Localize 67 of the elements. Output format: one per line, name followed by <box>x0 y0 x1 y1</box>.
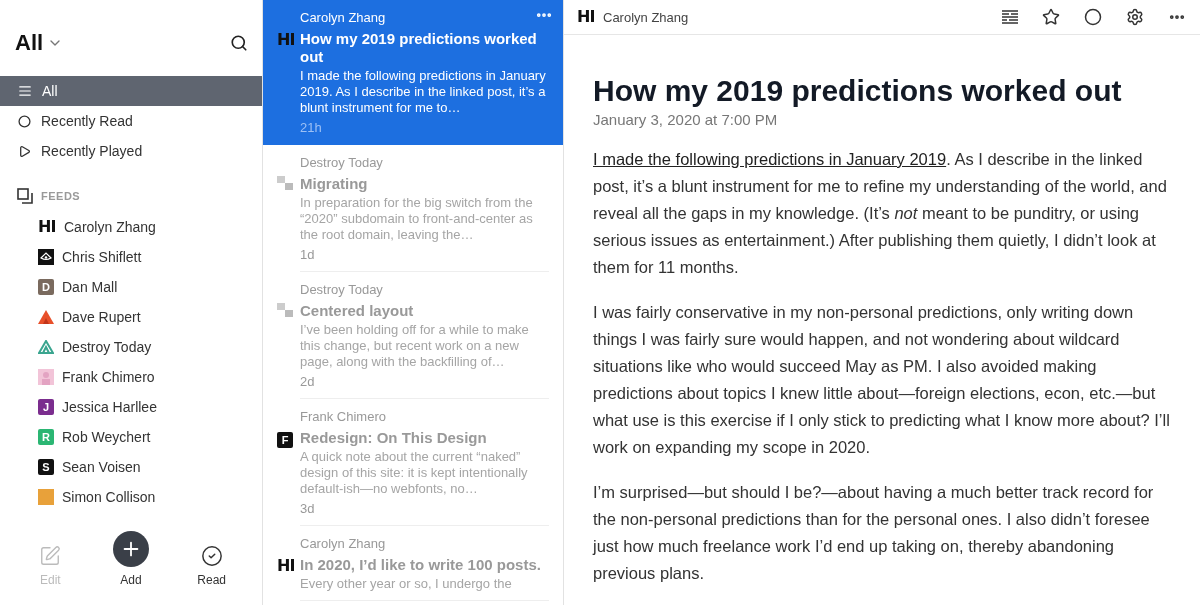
article-title: How my 2019 predictions worked out <box>300 30 538 66</box>
article-title: Redesign: On This Design <box>300 429 488 447</box>
text-lines-icon <box>1002 10 1018 24</box>
feed-name: Carolyn Zhang <box>603 9 689 25</box>
settings-icon[interactable] <box>1126 8 1144 26</box>
article-excerpt: A quick note about the current “naked” design of this site: it is kept intentionally default-ish—no webfonts, no… <box>300 449 529 497</box>
logo-icon: HI <box>38 219 56 235</box>
article-source: Destroy Today <box>300 282 384 298</box>
circle-icon[interactable] <box>1084 8 1102 26</box>
play-icon <box>18 144 31 158</box>
article-excerpt: In preparation for the big switch from the “2020” subdomain to front-and-center as the root domain, leaving the… <box>300 195 534 243</box>
article-title: Centered layout <box>300 302 415 320</box>
logo-icon: HI <box>277 556 295 575</box>
article-excerpt: Every other year or so, I undergo the <box>300 576 513 592</box>
feed-item[interactable]: HI Carolyn Zhang <box>0 212 262 242</box>
article-link[interactable]: I made the following predictions in January 2019 <box>593 150 947 168</box>
feed-item[interactable]: Frank Chimero <box>0 362 262 392</box>
feed-item[interactable]: Simon Collison <box>0 482 262 512</box>
nav-item[interactable]: All <box>0 76 262 106</box>
logo-icon: HI <box>277 30 295 49</box>
article-paragraph: I’m surprised—but should I be?—about having a much better track record for the non-personal predictions than for the personal ones. I also didn’t foresee just how much freelance work I’d end up taking on, thereby abandoning previous plans. <box>593 482 1155 584</box>
plus-icon <box>113 531 149 567</box>
view-title[interactable]: All <box>15 30 44 56</box>
squares-icon <box>277 176 293 190</box>
circle-icon <box>18 114 31 128</box>
action-button[interactable]: Add <box>101 531 161 587</box>
article-paragraph: I made the following predictions in January 2019. As I describe in the linked post, it’s a blunt instrument for me to refine my understanding of the world, and reveal all the gaps in my knowledge. (It’s not meant to be punditry, or using serious issues as entertainment.) After publishing them quietly, I didn’t look at them for 11 months. <box>593 149 1168 278</box>
article-title: Migrating <box>300 175 369 193</box>
letter-icon: R <box>38 429 54 445</box>
article-excerpt: I made the following predictions in January 2019. As I describe in the linked post, it’s a blunt instrument for me to… <box>300 68 547 116</box>
search-icon[interactable] <box>230 34 248 52</box>
feed-item[interactable]: J Jessica Harllee <box>0 392 262 422</box>
article-age: 2d <box>300 374 316 390</box>
article-heading: How my 2019 predictions worked out <box>593 73 1123 109</box>
article-source: Carolyn Zhang <box>300 536 387 552</box>
letter-icon: F <box>277 432 293 448</box>
squares-icon <box>277 303 293 317</box>
article-source: Frank Chimero <box>300 409 387 425</box>
article-source: Destroy Today <box>300 155 384 171</box>
feed-item[interactable]: D Dan Mall <box>0 272 262 302</box>
letter-icon: J <box>38 399 54 415</box>
article-age: 3d <box>300 501 316 517</box>
logo-icon: HI <box>577 9 595 25</box>
feed-item[interactable]: R Rob Weychert <box>0 422 262 452</box>
article-source: Carolyn Zhang <box>300 10 387 26</box>
feed-item[interactable]: S Sean Voisen <box>0 452 262 482</box>
article-item[interactable]: Carolyn Zhang HI How my 2019 predictions worked out I made the following predictions in January 2019. As I describe in the linked post, it’s a blunt instrument for me to… 21h <box>263 0 563 145</box>
feed-item[interactable]: Destroy Today <box>0 332 262 362</box>
article-paragraph: I was fairly conservative in my non-personal predictions, only writing down things I was fairly sure would happen, and not wondering about wildcard situations like who would succeed May as PM. I also avoided making predictions about topics I knew little about—foreign elections, econ, etc.—but what use is this exercise if I only stick to predicting what I know more about? I’ll work on expanding my scope in 2020. <box>593 302 1171 458</box>
letter-icon: D <box>38 279 54 295</box>
article-date: January 3, 2020 at 7:00 PM <box>593 111 779 128</box>
article-excerpt: I’ve been holding off for a while to make this change, but recent work on a new page, along with the backfilling of… <box>300 322 530 370</box>
article-age: 1d <box>300 247 316 263</box>
menu-icon <box>18 84 32 98</box>
feed-item[interactable]: Chris Shiflett <box>0 242 262 272</box>
article-title: In 2020, I’d like to write 100 posts. <box>300 556 542 574</box>
article-age: 21h <box>300 120 323 136</box>
edit-icon <box>39 545 62 567</box>
check-icon <box>200 545 223 567</box>
nav-item[interactable]: Recently Read <box>0 106 262 136</box>
section-heading: FEEDS <box>41 190 81 202</box>
action-button[interactable]: Read <box>181 545 242 587</box>
feed-item[interactable]: Dave Rupert <box>0 302 262 332</box>
copy-icon <box>17 188 33 204</box>
star-icon[interactable] <box>1042 8 1060 26</box>
letter-icon: S <box>38 459 54 475</box>
nav-item[interactable]: Recently Played <box>0 136 262 166</box>
